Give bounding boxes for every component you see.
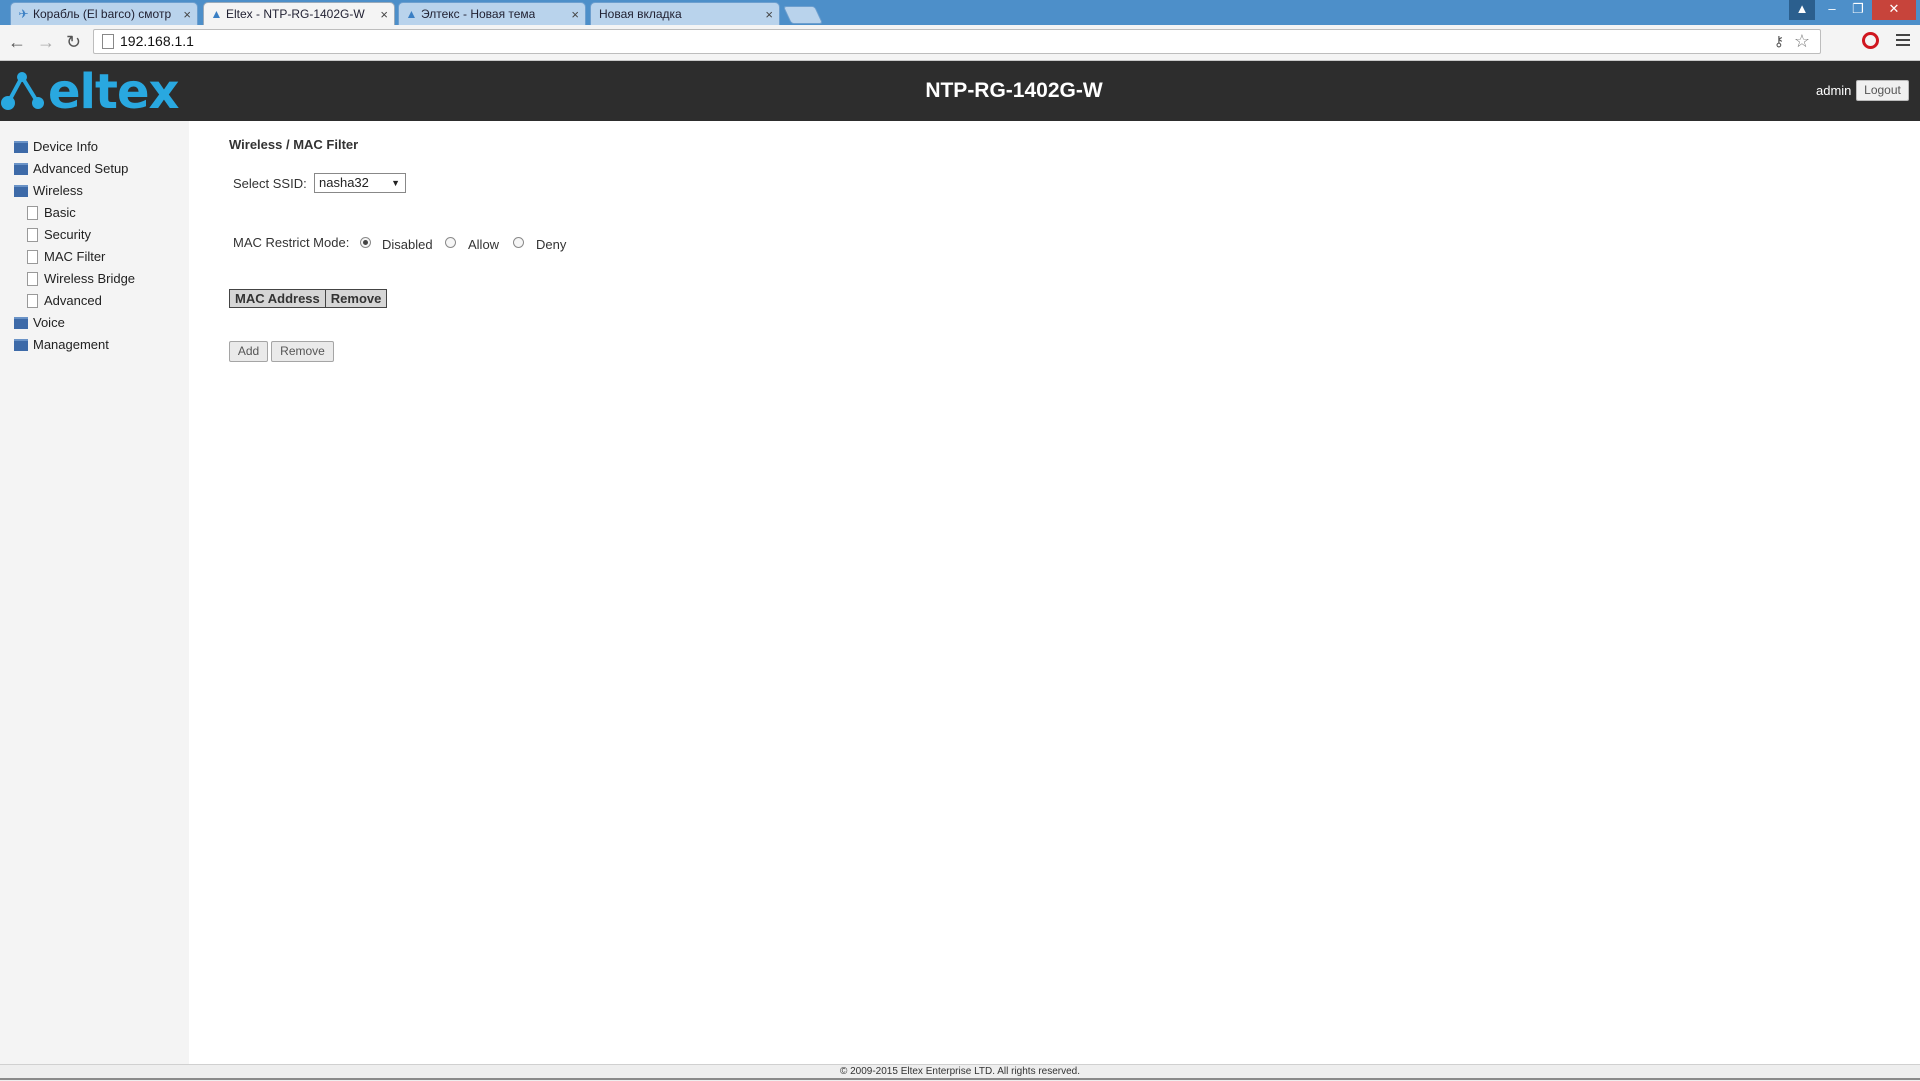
page-icon xyxy=(102,34,114,49)
mac-address-table: MAC Address Remove xyxy=(229,289,388,308)
reload-icon[interactable]: ↻ xyxy=(66,32,81,52)
browser-menu-icon[interactable] xyxy=(1896,34,1910,49)
sidebar-item-label: Advanced Setup xyxy=(33,161,129,176)
ssid-select[interactable]: nasha32 ▼ xyxy=(314,173,406,193)
back-arrow-icon[interactable]: ← xyxy=(8,32,26,52)
sidebar-item-mac-filter[interactable]: MAC Filter xyxy=(27,249,105,265)
tab-title: Корабль (El barco) смотр xyxy=(33,7,172,21)
sidebar-item-device-info[interactable]: Device Info xyxy=(14,139,98,154)
browser-tab-2[interactable]: ▲ Eltex - NTP-RG-1402G-W × xyxy=(203,2,395,26)
table-header-row: MAC Address Remove xyxy=(229,289,388,308)
sidebar-item-label: Advanced xyxy=(44,293,102,308)
folder-icon xyxy=(14,316,28,329)
opera-extension-icon[interactable] xyxy=(1862,32,1879,49)
sidebar-item-advanced-setup[interactable]: Advanced Setup xyxy=(14,161,128,176)
folder-icon xyxy=(14,140,28,153)
sidebar-item-label: Voice xyxy=(33,315,65,330)
sidebar-item-security[interactable]: Security xyxy=(27,227,91,243)
minimize-icon[interactable]: – xyxy=(1819,0,1845,20)
key-icon[interactable]: ⚷ xyxy=(1774,33,1784,50)
ssid-label: Select SSID: xyxy=(233,176,307,191)
browser-tab-1[interactable]: ✈ Корабль (El barco) смотр × xyxy=(10,2,198,25)
browser-tab-4[interactable]: Новая вкладка × xyxy=(590,2,780,25)
folder-icon xyxy=(14,338,28,351)
device-title: NTP-RG-1402G-W xyxy=(925,79,1103,102)
radio-deny-label: Deny xyxy=(536,237,567,252)
logout-button[interactable]: Logout xyxy=(1856,80,1909,101)
sidebar-item-advanced[interactable]: Advanced xyxy=(27,293,102,309)
tab-title: Новая вкладка xyxy=(599,7,682,21)
sidebar-item-voice[interactable]: Voice xyxy=(14,315,65,330)
radio-disabled-label: Disabled xyxy=(382,237,433,252)
new-tab-button[interactable] xyxy=(782,6,824,24)
router-header: eltex NTP-RG-1402G-W admin Logout xyxy=(0,61,1920,121)
page-icon xyxy=(27,249,38,264)
sidebar-nav: Device Info Advanced Setup Wireless Basi… xyxy=(0,121,189,1064)
restore-icon[interactable]: ❐ xyxy=(1845,0,1871,20)
page-icon xyxy=(27,293,38,308)
sidebar-item-label: Security xyxy=(44,227,91,242)
column-header-mac-address: MAC Address xyxy=(229,289,326,308)
tab-close-icon[interactable]: × xyxy=(183,3,191,25)
radio-allow[interactable] xyxy=(445,237,456,248)
radio-disabled[interactable] xyxy=(360,237,371,248)
browser-tab-3[interactable]: ▲ Элтекс - Новая тема × xyxy=(398,2,586,25)
tab-close-icon[interactable]: × xyxy=(765,3,773,25)
sidebar-item-label: Management xyxy=(33,337,109,352)
address-bar[interactable]: 192.168.1.1 ⚷ ☆ xyxy=(93,29,1821,54)
breadcrumb: Wireless / MAC Filter xyxy=(229,137,359,152)
sidebar-item-basic[interactable]: Basic xyxy=(27,205,76,221)
sidebar-item-label: MAC Filter xyxy=(44,249,106,264)
tab-title: Eltex - NTP-RG-1402G-W xyxy=(226,7,365,21)
tab-close-icon[interactable]: × xyxy=(571,3,579,25)
browser-tabstrip: ✈ Корабль (El barco) смотр × ▲ Eltex - N… xyxy=(0,0,1920,26)
sidebar-item-wireless[interactable]: Wireless xyxy=(14,183,83,198)
radio-allow-label: Allow xyxy=(468,237,500,252)
sidebar-item-label: Wireless xyxy=(33,183,83,198)
sidebar-item-management[interactable]: Management xyxy=(14,337,109,352)
sidebar-item-label: Basic xyxy=(44,205,76,220)
bookmark-star-icon[interactable]: ☆ xyxy=(1794,31,1810,52)
tab-title: Элтекс - Новая тема xyxy=(421,7,536,21)
page-icon xyxy=(27,271,38,286)
page-icon xyxy=(27,227,38,242)
radio-deny[interactable] xyxy=(513,237,524,248)
add-button[interactable]: Add xyxy=(229,341,268,362)
column-header-remove: Remove xyxy=(324,289,388,308)
copyright-text: © 2009-2015 Eltex Enterprise LTD. All ri… xyxy=(839,1066,1081,1077)
eltex-favicon-icon: ▲ xyxy=(210,7,223,21)
forward-arrow-icon[interactable]: → xyxy=(37,32,55,52)
sidebar-item-label: Device Info xyxy=(33,139,99,154)
dropdown-arrow-icon: ▼ xyxy=(391,178,400,188)
sidebar-item-label: Wireless Bridge xyxy=(44,271,136,286)
tab-close-icon[interactable]: × xyxy=(380,3,388,26)
remove-button[interactable]: Remove xyxy=(271,341,334,362)
eltex-favicon-icon: ▲ xyxy=(405,7,418,21)
page-icon xyxy=(27,205,38,220)
sidebar-item-wireless-bridge[interactable]: Wireless Bridge xyxy=(27,271,135,287)
profile-icon[interactable]: ▲ xyxy=(1789,0,1815,20)
url-text[interactable]: 192.168.1.1 xyxy=(120,33,194,49)
username-label: admin xyxy=(1816,83,1852,98)
folder-icon xyxy=(14,162,28,175)
browser-toolbar: ← → ↻ 192.168.1.1 ⚷ ☆ xyxy=(0,25,1920,61)
folder-open-icon xyxy=(14,184,28,197)
ssid-selected-value: nasha32 xyxy=(319,175,369,190)
window-close-icon[interactable]: ✕ xyxy=(1872,0,1916,20)
mac-restrict-mode-label: MAC Restrict Mode: xyxy=(233,235,350,250)
ship-favicon-icon: ✈ xyxy=(18,7,29,21)
